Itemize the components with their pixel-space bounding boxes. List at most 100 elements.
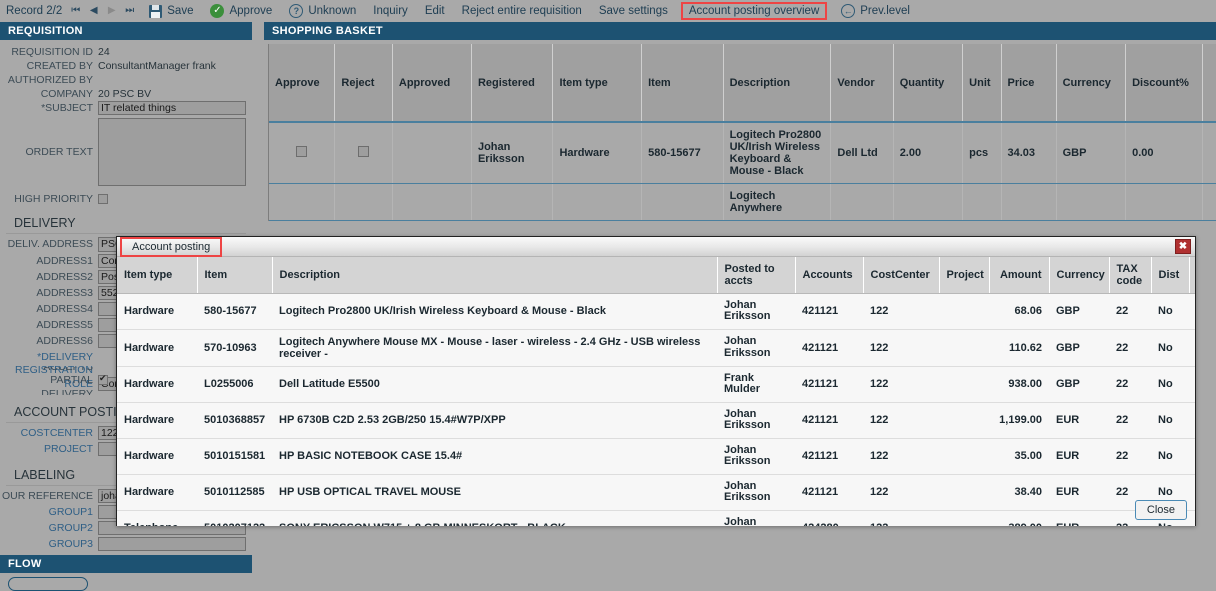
order-text-input[interactable] [98, 118, 246, 186]
dialog-header-row: Item type Item Description Posted to acc… [117, 257, 1195, 294]
table-row[interactable]: Hardware 5010112585 HP USB OPTICAL TRAVE… [117, 474, 1195, 511]
cell-accounts: 421121 [795, 402, 863, 439]
cell-project [939, 474, 989, 511]
col-description[interactable]: Description [723, 44, 832, 123]
cell-item: L0255006 [197, 366, 272, 403]
field-label: ADDRESS4 [36, 303, 93, 315]
cell-amount: 110.62 [989, 329, 1049, 367]
cell-costcenter: 122 [863, 293, 939, 330]
col-amount[interactable]: Amount [1202, 44, 1216, 123]
cell-item: 5010112585 [197, 474, 272, 511]
prev-record-icon[interactable]: ◀ [86, 4, 101, 19]
shopping-basket-header: SHOPPING BASKET [264, 22, 1216, 40]
field-label: HIGH PRIORITY [14, 193, 93, 205]
table-row[interactable]: Logitech Anywhere [269, 183, 1216, 221]
cell-currency: EUR [1049, 474, 1109, 511]
col-posted-to-accts[interactable]: Posted to accts [717, 257, 796, 294]
reject-checkbox[interactable] [358, 146, 370, 157]
approve-checkbox[interactable] [296, 146, 308, 157]
col-dist[interactable]: Dist [1151, 257, 1190, 294]
col-registered[interactable]: Registered [471, 44, 554, 123]
cell-price [1001, 183, 1057, 221]
first-record-icon[interactable]: ⏮ [68, 4, 83, 19]
col-currency[interactable]: Currency [1049, 257, 1110, 294]
field-label: GROUP1 [48, 506, 93, 518]
cell-price: 34.03 [1001, 122, 1057, 184]
reject-entire-requisition-button[interactable]: Reject entire requisition [462, 5, 582, 17]
inquiry-button[interactable]: Inquiry [373, 5, 408, 17]
save-settings-button[interactable]: Save settings [599, 5, 668, 17]
cell-tax-code: 22 [1109, 293, 1151, 330]
close-icon[interactable]: ✖ [1175, 239, 1191, 254]
cell-posted-to-accts: Frank Mulder [717, 366, 795, 403]
col-unit[interactable]: Unit [962, 44, 1002, 123]
table-row[interactable]: Telephone 5010207122 SONY ERICSSON W715 … [117, 510, 1195, 526]
last-record-icon[interactable]: ⏭ [122, 4, 137, 19]
high-priority-checkbox[interactable] [98, 194, 108, 204]
cell-accounts: 421121 [795, 366, 863, 403]
col-approved[interactable]: Approved [392, 44, 472, 123]
cell-item-type: Hardware [117, 474, 197, 511]
table-row[interactable]: Hardware 570-10963 Logitech Anywhere Mou… [117, 329, 1195, 367]
col-discount[interactable]: Discount% [1125, 44, 1203, 123]
col-description[interactable]: Description [272, 257, 718, 294]
dialog-title: Account posting [120, 236, 223, 257]
field-label: COMPANY [40, 88, 93, 100]
table-row[interactable]: Hardware 5010368857 HP 6730B C2D 2.53 2G… [117, 402, 1195, 439]
cell-item-type: Hardware [552, 122, 643, 184]
table-row[interactable]: Hardware 5010151581 HP BASIC NOTEBOOK CA… [117, 438, 1195, 475]
cell-description: Logitech Anywhere [723, 183, 832, 221]
field-group3: GROUP3 [0, 537, 246, 553]
col-vendor[interactable]: Vendor [830, 44, 894, 123]
group3-input[interactable] [98, 537, 246, 551]
col-reject[interactable]: Reject [334, 44, 393, 123]
col-approve[interactable]: Approve [269, 44, 336, 123]
field-company: COMPANY 20 PSC BV [0, 87, 246, 101]
next-record-icon[interactable]: ▶ [104, 4, 119, 19]
accepts-partial-delivery-checkbox[interactable] [98, 373, 108, 385]
col-project[interactable]: Project [939, 257, 990, 294]
cell-item-type: Hardware [117, 438, 197, 475]
cell-item-type: Telephone [117, 510, 197, 526]
col-item-type[interactable]: Item type [552, 44, 643, 123]
col-currency[interactable]: Currency [1056, 44, 1127, 123]
save-settings-label: Save settings [598, 5, 668, 17]
save-button[interactable]: Save [149, 4, 193, 18]
col-item-type[interactable]: Item type [117, 257, 198, 294]
unknown-button[interactable]: ? Unknown [289, 4, 356, 18]
edit-button[interactable]: Edit [425, 5, 445, 17]
col-price[interactable]: Price [1001, 44, 1057, 123]
field-label: DELIV. ADDRESS [7, 238, 93, 250]
prev-level-button[interactable]: ← Prev.level [841, 4, 910, 18]
field-order-text: ORDER TEXT [0, 117, 246, 187]
table-row[interactable]: Johan Eriksson Hardware 580-15677 Logite… [269, 122, 1216, 184]
cell-amount: 389.00 [989, 510, 1049, 526]
flow-node[interactable] [8, 577, 88, 591]
account-posting-overview-button[interactable]: Account posting overview [680, 2, 828, 20]
table-row[interactable]: Hardware L0255006 Dell Latitude E5500 Fr… [117, 366, 1195, 403]
subject-input[interactable]: IT related things [98, 101, 246, 115]
close-button[interactable]: Close [1134, 500, 1187, 520]
shopping-basket-table: Approve Reject Approved Registered Item … [269, 44, 1216, 221]
cell-discount: 0.00 [1125, 122, 1203, 184]
field-label: ACCEPTS PARTIAL DELIVERY [41, 367, 93, 395]
table-row[interactable]: Hardware 580-15677 Logitech Pro2800 UK/I… [117, 293, 1195, 330]
col-item[interactable]: Item [641, 44, 724, 123]
field-value: 24 [98, 46, 110, 58]
cell-description: Dell Latitude E5500 [272, 366, 717, 403]
col-accounts[interactable]: Accounts [795, 257, 864, 294]
col-tax-code[interactable]: TAX code [1109, 257, 1152, 294]
col-quantity[interactable]: Quantity [893, 44, 964, 123]
cell-unit [962, 183, 1002, 221]
cell-amount: 68.06 [1202, 122, 1216, 184]
cell-reinvoice: No [1189, 510, 1195, 526]
requisition-section-header: REQUISITION [0, 22, 252, 40]
col-amount[interactable]: Amount [989, 257, 1050, 294]
approve-button[interactable]: ✓ Approve [210, 4, 272, 18]
cell-accounts: 421121 [795, 474, 863, 511]
field-label: AUTHORIZED BY [7, 74, 93, 86]
col-item[interactable]: Item [197, 257, 273, 294]
col-costcenter[interactable]: CostCenter [863, 257, 940, 294]
col-reinvoice[interactable]: Reinvoice [1189, 257, 1195, 294]
cell-registered [471, 183, 554, 221]
